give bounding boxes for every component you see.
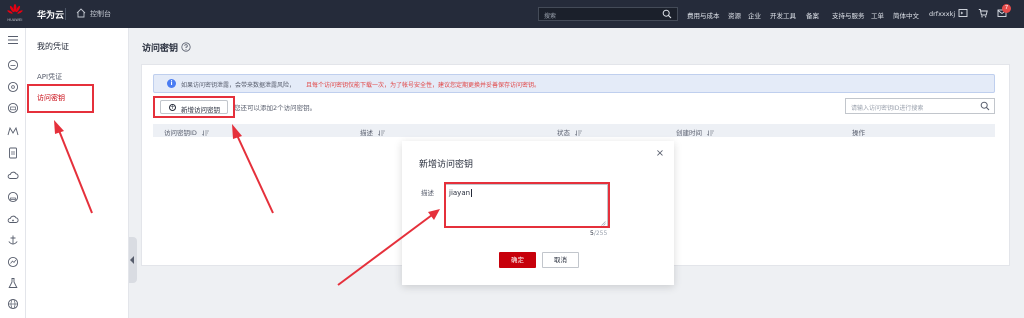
nav-username[interactable]: drfxxxkj [929,10,955,18]
filter-sort-icon[interactable] [202,130,210,136]
column-label: 状态 [557,129,570,137]
nav-resources[interactable]: 资源 [728,10,741,20]
notification-badge: 7 [1002,4,1011,13]
column-label: 访问密钥ID [164,129,197,137]
terminal-icon[interactable] [958,8,968,18]
monitor-icon[interactable] [7,125,19,137]
column-label: 创建时间 [676,129,702,137]
menu-icon[interactable] [7,34,19,46]
page-title: 访问密钥 [142,44,179,54]
filter-sort-icon[interactable] [575,130,583,136]
column-label: 描述 [360,129,373,137]
column-header-actions: 操作 [852,129,865,137]
logo-text: HUAWEI [7,18,23,22]
access-key-search-input[interactable]: 请输入访问密钥ID进行搜索 [845,98,995,114]
annotation-highlight-box [444,182,610,228]
character-counter: 5/255 [590,230,607,237]
analytics-icon[interactable] [7,256,19,268]
column-header-description[interactable]: 描述 [360,127,386,137]
confirm-button[interactable]: 确定 [499,252,536,268]
nav-billing[interactable]: 费用与成本 [687,10,720,20]
chevron-left-icon [130,256,134,264]
counter-max: /255 [593,230,608,237]
table-header: 访问密钥ID 描述 状态 创建时间 操作 [153,124,995,137]
divider [65,8,66,20]
annotation-highlight-box [153,96,235,118]
sidebar-item-api-credentials[interactable]: API凭证 [37,72,62,82]
nav-dev-tools[interactable]: 开发工具 [770,10,796,20]
filter-sort-icon[interactable] [378,130,386,136]
nav-enterprise[interactable]: 企业 [748,10,761,20]
sidebar-collapse-handle[interactable] [129,237,137,283]
quota-text: 您还可以添加2个访问密钥。 [234,104,317,112]
filter-sort-icon[interactable] [707,130,715,136]
search-icon[interactable] [662,9,672,19]
database-icon[interactable] [7,102,19,114]
brand-name[interactable]: 华为云 [37,8,64,21]
sidebar-title: 我的凭证 [37,42,69,51]
info-icon: i [167,79,176,88]
global-search-input[interactable]: 搜索 [538,7,678,21]
service-icon-rail [0,28,26,318]
top-navigation-bar: HUAWEI 华为云 控制台 搜索 费用与成本 资源 企业 开发工具 备案 支持… [0,0,1024,28]
nav-support[interactable]: 支持与服务 [832,10,865,20]
cart-icon[interactable] [978,8,988,18]
notice-text: 如果访问密钥泄露，会带来数据泄露风险， [181,82,296,89]
console-link[interactable]: 控制台 [90,9,111,19]
column-header-access-key-id[interactable]: 访问密钥ID [164,127,210,137]
dialog-title: 新增访问密钥 [419,160,474,170]
close-icon[interactable]: × [655,148,665,159]
annotation-highlight-box [27,84,94,113]
nav-tickets[interactable]: 工单 [871,10,884,20]
anchor-icon[interactable] [7,234,19,246]
security-notice: i 如果访问密钥泄露，会带来数据泄露风险， 且每个访问密钥仅能下载一次，为了帐号… [153,74,995,93]
cancel-button[interactable]: 取消 [542,252,579,268]
nav-language[interactable]: 简体中文 [893,10,919,20]
search-icon[interactable] [980,101,990,111]
home-icon[interactable] [76,8,86,18]
column-header-status[interactable]: 状态 [557,127,583,137]
cloud-storage-icon[interactable] [7,213,19,225]
globe-icon[interactable] [7,298,19,310]
security-icon[interactable] [7,191,19,203]
cloud-icon[interactable] [7,169,19,181]
huawei-logo-icon [7,4,23,14]
credentials-sidebar: 我的凭证 API凭证 访问密钥 [26,28,129,318]
column-header-created-time[interactable]: 创建时间 [676,127,715,137]
nav-filing[interactable]: 备案 [806,10,819,20]
huawei-logo[interactable]: HUAWEI [4,3,26,25]
description-label: 描述 [421,189,434,197]
cloud-network-icon[interactable] [7,81,19,93]
flask-icon[interactable] [7,277,19,289]
cloud-server-icon[interactable] [7,59,19,71]
help-icon[interactable] [181,42,191,52]
storage-icon[interactable] [7,147,19,159]
notice-warning-text: 且每个访问密钥仅能下载一次，为了帐号安全性，建议您定期更换并妥善保存访问密钥。 [306,82,541,89]
